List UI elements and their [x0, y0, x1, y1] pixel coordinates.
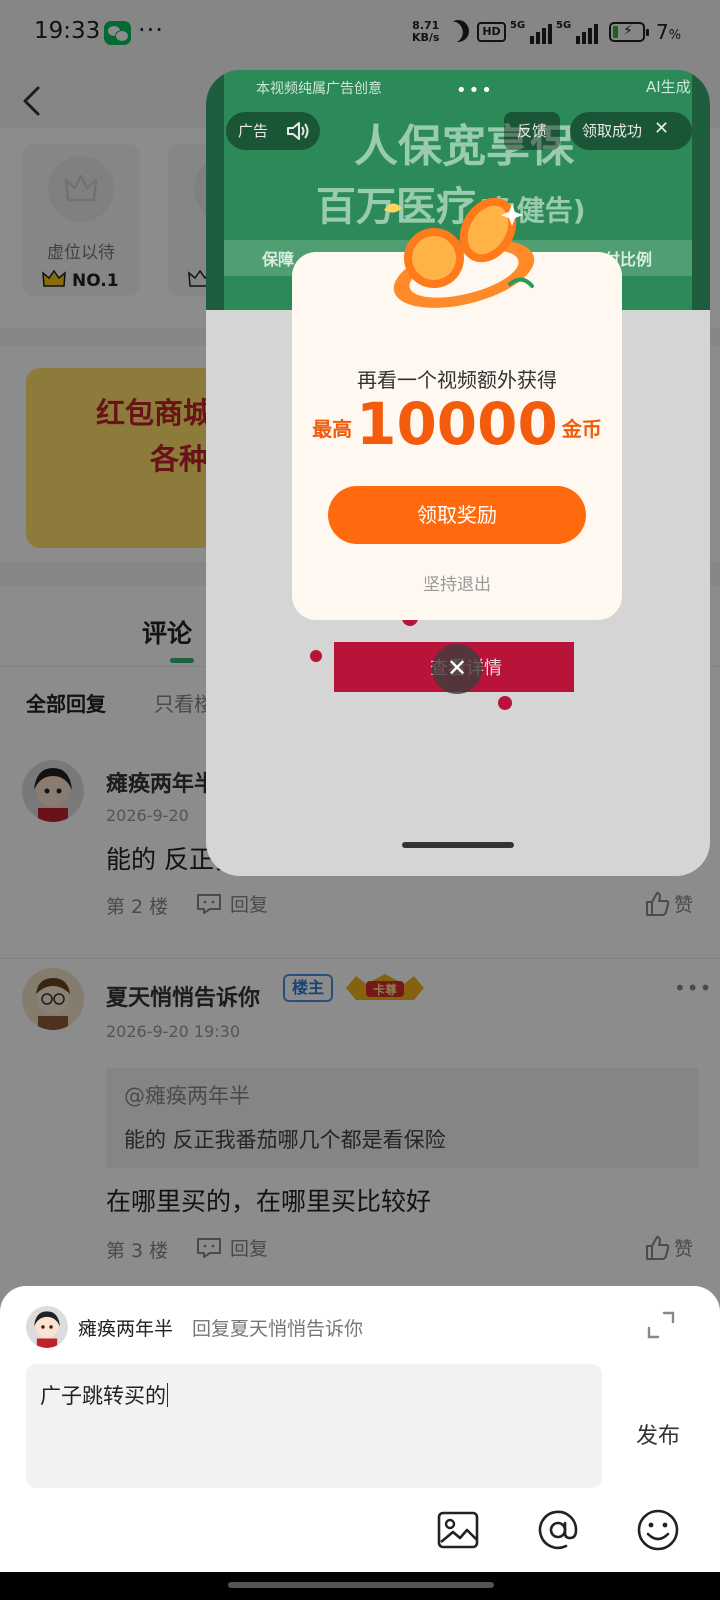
decor-splash: [498, 696, 512, 710]
reply-sheet: 瘫痪两年半 回复夏天悄悄告诉你 广子跳转买的 发布: [0, 1286, 720, 1572]
ad-drag-handle[interactable]: •••: [456, 80, 494, 101]
close-icon[interactable]: ✕: [654, 118, 669, 139]
ad-home-indicator: [402, 842, 514, 848]
reward-claimed-chip[interactable]: 领取成功: [570, 112, 692, 150]
ad-disclaimer: 本视频纯属广告创意: [256, 81, 382, 97]
expand-icon[interactable]: [646, 1310, 676, 1340]
reward-subtitle: 再看一个视频额外获得: [357, 368, 557, 392]
at-icon[interactable]: [536, 1508, 580, 1552]
publish-button[interactable]: 发布: [636, 1418, 680, 1450]
ad-feedback-button[interactable]: 反馈: [504, 112, 560, 150]
ad-label-chip[interactable]: 广告: [226, 112, 320, 150]
quit-button[interactable]: 坚持退出: [292, 570, 622, 595]
reward-amount: 最高10000 金币: [312, 390, 602, 458]
reply-user-name: 瘫痪两年半: [78, 1318, 174, 1340]
reply-target: 回复夏天悄悄告诉你: [192, 1318, 364, 1340]
image-icon[interactable]: [436, 1508, 480, 1552]
emoji-icon[interactable]: [636, 1508, 680, 1552]
close-icon[interactable]: ✕: [432, 644, 482, 694]
text-caret: [167, 1383, 168, 1407]
gold-coin-icon: [384, 197, 535, 308]
ai-generated-label: AI生成: [646, 78, 691, 96]
home-indicator[interactable]: [228, 1582, 494, 1588]
claim-reward-button[interactable]: 领取奖励: [328, 486, 586, 544]
speaker-icon: [287, 122, 309, 140]
reply-input[interactable]: 广子跳转买的: [26, 1364, 602, 1488]
system-nav-bar: [0, 1572, 720, 1600]
reward-modal: 再看一个视频额外获得 最高10000 金币 领取奖励 坚持退出: [292, 197, 622, 620]
decor-splash: [310, 650, 322, 662]
avatar: [26, 1306, 68, 1348]
